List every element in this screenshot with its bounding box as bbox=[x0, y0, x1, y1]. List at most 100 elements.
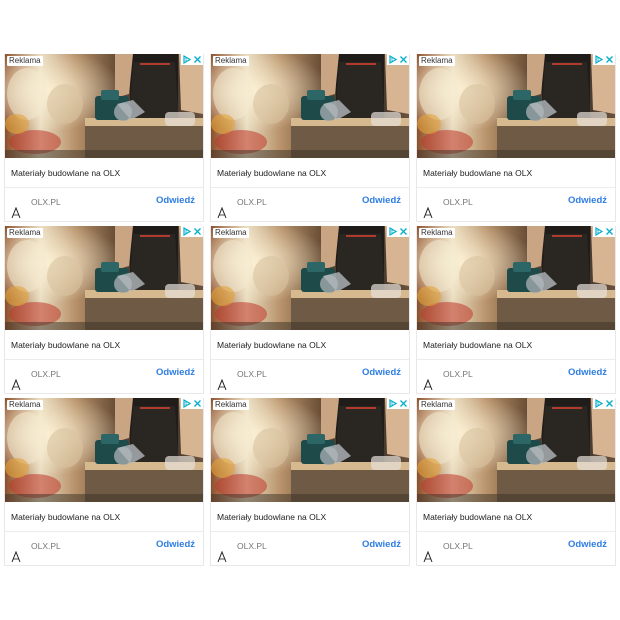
close-icon[interactable] bbox=[192, 54, 203, 65]
ad-domain: OLX.PL bbox=[31, 197, 61, 207]
ad-title[interactable]: Materiały budowlane na OLX bbox=[423, 340, 532, 350]
ad-card[interactable]: Reklama Materiały budowlane na OLX OLX.P… bbox=[210, 54, 410, 222]
divider bbox=[211, 359, 409, 360]
ad-card[interactable]: Reklama Materiały budowlane na OLX OLX.P… bbox=[210, 226, 410, 394]
ad-title[interactable]: Materiały budowlane na OLX bbox=[11, 340, 120, 350]
ad-title[interactable]: Materiały budowlane na OLX bbox=[11, 512, 120, 522]
visit-button[interactable]: Odwiedź bbox=[568, 195, 607, 206]
ad-photo-woodworking bbox=[5, 54, 203, 158]
ad-title[interactable]: Materiały budowlane na OLX bbox=[217, 512, 326, 522]
ad-card[interactable]: Reklama Materiały budowlane na OLX OLX.P… bbox=[416, 226, 616, 394]
visit-button[interactable]: Odwiedź bbox=[362, 539, 401, 550]
visit-button[interactable]: Odwiedź bbox=[156, 195, 195, 206]
ad-photo-woodworking bbox=[417, 398, 615, 502]
close-icon[interactable] bbox=[604, 54, 615, 65]
close-icon[interactable] bbox=[604, 226, 615, 237]
adchoices[interactable] bbox=[387, 54, 409, 65]
adchoices-info-icon[interactable] bbox=[593, 226, 604, 237]
ad-title[interactable]: Materiały budowlane na OLX bbox=[423, 512, 532, 522]
ad-domain: OLX.PL bbox=[443, 197, 473, 207]
adchoices-info-icon[interactable] bbox=[387, 226, 398, 237]
visit-button[interactable]: Odwiedź bbox=[568, 539, 607, 550]
visit-button[interactable]: Odwiedź bbox=[156, 367, 195, 378]
adchoices-info-icon[interactable] bbox=[593, 54, 604, 65]
ad-domain: OLX.PL bbox=[31, 541, 61, 551]
ad-image[interactable]: Reklama bbox=[211, 54, 409, 158]
close-icon[interactable] bbox=[398, 54, 409, 65]
visit-button[interactable]: Odwiedź bbox=[568, 367, 607, 378]
adchoices[interactable] bbox=[181, 226, 203, 237]
ad-image[interactable]: Reklama bbox=[211, 398, 409, 502]
advertiser-logo-icon bbox=[217, 550, 227, 563]
sponsored-label: Reklama bbox=[7, 228, 43, 238]
ad-photo-woodworking bbox=[211, 226, 409, 330]
ad-card[interactable]: Reklama Materiały budowlane na OLX OLX.P… bbox=[4, 54, 204, 222]
ad-title[interactable]: Materiały budowlane na OLX bbox=[11, 168, 120, 178]
ad-card[interactable]: Reklama Materiały budowlane na OLX OLX.P… bbox=[4, 226, 204, 394]
adchoices[interactable] bbox=[181, 54, 203, 65]
ad-domain: OLX.PL bbox=[443, 541, 473, 551]
adchoices[interactable] bbox=[593, 54, 615, 65]
ad-image[interactable]: Reklama bbox=[5, 54, 203, 158]
ad-image[interactable]: Reklama bbox=[5, 398, 203, 502]
advertiser-logo-icon bbox=[423, 378, 433, 391]
advertiser-logo-icon bbox=[11, 378, 21, 391]
ad-card[interactable]: Reklama Materiały budowlane na OLX OLX.P… bbox=[416, 54, 616, 222]
ad-card[interactable]: Reklama Materiały budowlane na OLX OLX.P… bbox=[416, 398, 616, 566]
close-icon[interactable] bbox=[398, 226, 409, 237]
ad-image[interactable]: Reklama bbox=[417, 54, 615, 158]
advertiser-logo-icon bbox=[423, 206, 433, 219]
ad-photo-woodworking bbox=[211, 398, 409, 502]
close-icon[interactable] bbox=[192, 226, 203, 237]
ad-photo-woodworking bbox=[417, 54, 615, 158]
adchoices[interactable] bbox=[181, 398, 203, 409]
ad-card[interactable]: Reklama Materiały budowlane na OLX OLX.P… bbox=[210, 398, 410, 566]
adchoices[interactable] bbox=[387, 226, 409, 237]
advertiser-logo-icon bbox=[217, 378, 227, 391]
visit-button[interactable]: Odwiedź bbox=[156, 539, 195, 550]
adchoices-info-icon[interactable] bbox=[181, 54, 192, 65]
adchoices-info-icon[interactable] bbox=[387, 54, 398, 65]
ad-domain: OLX.PL bbox=[31, 369, 61, 379]
ad-domain: OLX.PL bbox=[237, 541, 267, 551]
ad-photo-woodworking bbox=[211, 54, 409, 158]
close-icon[interactable] bbox=[398, 398, 409, 409]
advertiser-logo-icon bbox=[423, 550, 433, 563]
adchoices-info-icon[interactable] bbox=[387, 398, 398, 409]
ad-photo-woodworking bbox=[417, 226, 615, 330]
sponsored-label: Reklama bbox=[213, 228, 249, 238]
adchoices[interactable] bbox=[387, 398, 409, 409]
ad-domain: OLX.PL bbox=[237, 197, 267, 207]
close-icon[interactable] bbox=[604, 398, 615, 409]
adchoices-info-icon[interactable] bbox=[181, 398, 192, 409]
ad-image[interactable]: Reklama bbox=[211, 226, 409, 330]
ad-title[interactable]: Materiały budowlane na OLX bbox=[217, 340, 326, 350]
ad-photo-woodworking bbox=[5, 398, 203, 502]
adchoices[interactable] bbox=[593, 226, 615, 237]
adchoices[interactable] bbox=[593, 398, 615, 409]
sponsored-label: Reklama bbox=[419, 56, 455, 66]
sponsored-label: Reklama bbox=[7, 56, 43, 66]
ad-title[interactable]: Materiały budowlane na OLX bbox=[423, 168, 532, 178]
divider bbox=[417, 359, 615, 360]
ad-card[interactable]: Reklama Materiały budowlane na OLX OLX.P… bbox=[4, 398, 204, 566]
ad-domain: OLX.PL bbox=[443, 369, 473, 379]
divider bbox=[5, 531, 203, 532]
adchoices-info-icon[interactable] bbox=[593, 398, 604, 409]
ad-domain: OLX.PL bbox=[237, 369, 267, 379]
ad-image[interactable]: Reklama bbox=[5, 226, 203, 330]
sponsored-label: Reklama bbox=[419, 400, 455, 410]
ad-image[interactable]: Reklama bbox=[417, 226, 615, 330]
visit-button[interactable]: Odwiedź bbox=[362, 367, 401, 378]
divider bbox=[5, 359, 203, 360]
adchoices-info-icon[interactable] bbox=[181, 226, 192, 237]
close-icon[interactable] bbox=[192, 398, 203, 409]
visit-button[interactable]: Odwiedź bbox=[362, 195, 401, 206]
ad-image[interactable]: Reklama bbox=[417, 398, 615, 502]
ad-photo-woodworking bbox=[5, 226, 203, 330]
divider bbox=[417, 531, 615, 532]
ad-title[interactable]: Materiały budowlane na OLX bbox=[217, 168, 326, 178]
sponsored-label: Reklama bbox=[419, 228, 455, 238]
advertiser-logo-icon bbox=[11, 206, 21, 219]
advertiser-logo-icon bbox=[217, 206, 227, 219]
